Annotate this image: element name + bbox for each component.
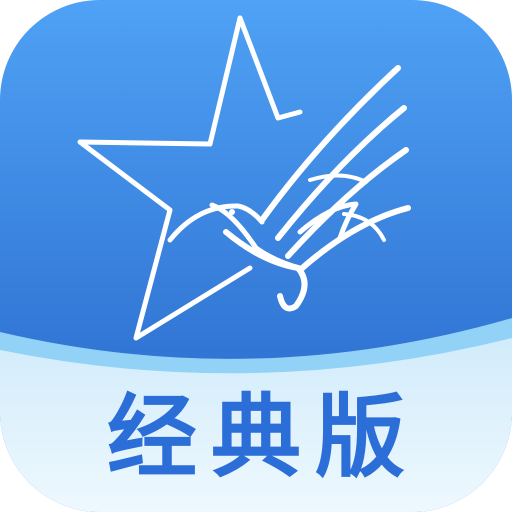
app-icon-stage: 经典版 bbox=[0, 0, 512, 512]
edition-label: 经典版 bbox=[107, 385, 419, 490]
